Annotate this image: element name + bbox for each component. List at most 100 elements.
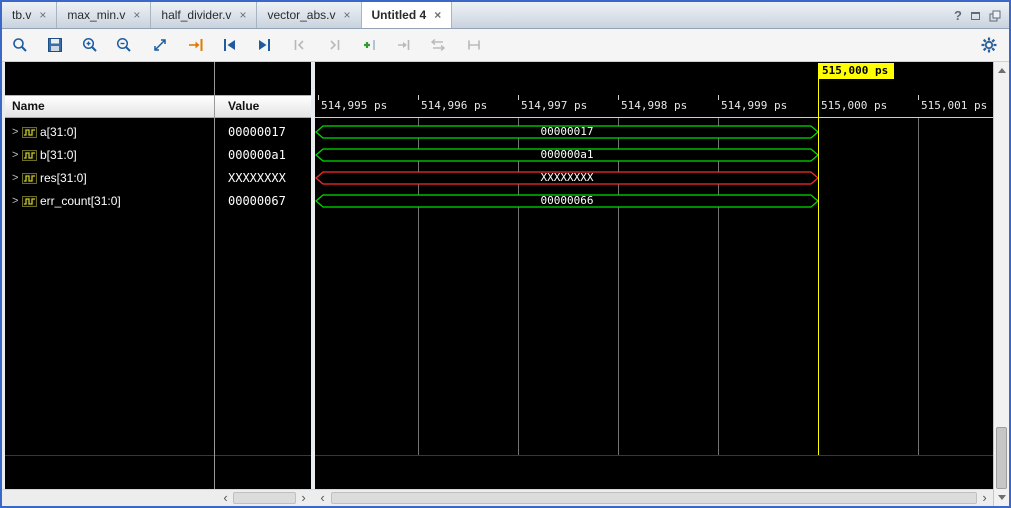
waveform-canvas[interactable]: 515,000 ps 514,995 ps 514,996 ps 514,997… [315, 62, 993, 489]
gridline [418, 118, 419, 455]
close-icon[interactable]: × [239, 9, 246, 21]
scroll-up-icon[interactable] [994, 62, 1009, 78]
close-icon[interactable]: × [133, 9, 140, 21]
previous-marker-icon [291, 36, 309, 54]
ruler-tick [318, 95, 319, 100]
ruler-tick [618, 95, 619, 100]
value-column-header[interactable]: Value [228, 96, 259, 117]
expand-chevron-icon[interactable]: > [12, 144, 18, 167]
tab-tb-v[interactable]: tb.v × [2, 2, 57, 28]
wave-toolbar [2, 29, 1009, 62]
horizontal-scroll-row: ‹ › ‹ › [2, 489, 993, 506]
gridline [618, 118, 619, 455]
signal-name: res[31:0] [40, 167, 87, 190]
time-tick-label: 514,996 ps [421, 99, 487, 112]
zoom-out-icon[interactable] [115, 36, 133, 54]
gridline [718, 118, 719, 455]
tab-label: tb.v [12, 8, 31, 22]
zoom-fit-icon[interactable] [151, 36, 169, 54]
previous-transition-icon[interactable] [221, 36, 239, 54]
tab-label: Untitled 4 [372, 8, 427, 22]
bus-signal-icon [22, 150, 37, 161]
add-marker-icon[interactable] [361, 36, 379, 54]
down-triangle-icon [998, 495, 1006, 500]
wave-scroll-left-icon[interactable]: ‹ [315, 490, 330, 506]
signal-name: b[31:0] [40, 144, 77, 167]
ruler-tick [718, 95, 719, 100]
next-transition-icon[interactable] [255, 36, 273, 54]
tab-max-min-v[interactable]: max_min.v × [57, 2, 151, 28]
time-tick-label: 514,997 ps [521, 99, 587, 112]
help-icon[interactable]: ? [954, 8, 962, 23]
signals-panel-header: Name Value [5, 95, 311, 118]
close-icon[interactable]: × [39, 9, 46, 21]
maximize-window-icon[interactable] [989, 10, 1001, 22]
swap-cursors-icon [429, 36, 447, 54]
expand-chevron-icon[interactable]: > [12, 121, 18, 144]
zoom-in-icon[interactable] [81, 36, 99, 54]
signal-value: 00000017 [228, 121, 286, 144]
content-end-divider [315, 455, 993, 456]
bus-value-err-count: 00000066 [315, 194, 819, 208]
gridline [918, 118, 919, 455]
time-tick-label: 514,999 ps [721, 99, 787, 112]
window-controls: ? [954, 2, 1001, 29]
save-wave-config-icon[interactable] [46, 36, 64, 54]
ruler-tick [418, 95, 419, 100]
tab-half-divider-v[interactable]: half_divider.v × [151, 2, 257, 28]
bus-signal-icon [22, 127, 37, 138]
fit-markers-icon [465, 36, 483, 54]
tab-bar: tb.v × max_min.v × half_divider.v × vect… [2, 2, 1009, 29]
ruler-tick [918, 95, 919, 100]
signal-row-err-count[interactable]: > err_count[31:0] 00000067 [5, 190, 311, 213]
bus-value-a: 00000017 [315, 125, 819, 139]
tab-label: max_min.v [67, 8, 125, 22]
tab-vector-abs-v[interactable]: vector_abs.v × [257, 2, 361, 28]
find-icon[interactable] [11, 36, 29, 54]
next-marker-icon [325, 36, 343, 54]
bus-value-b: 000000a1 [315, 148, 819, 162]
vertical-scrollbar-thumb[interactable] [996, 427, 1007, 489]
zoom-to-cursor-icon[interactable] [187, 36, 205, 54]
time-tick-label: 514,995 ps [321, 99, 387, 112]
wave-scroll-right-icon[interactable]: › [977, 490, 992, 506]
signal-value: XXXXXXXX [228, 167, 286, 190]
expand-chevron-icon[interactable]: > [12, 190, 18, 213]
wave-scrollbar-thumb[interactable] [331, 492, 977, 504]
names-scrollbar-thumb[interactable] [233, 492, 296, 504]
signal-row-b[interactable]: > b[31:0] 000000a1 [5, 144, 311, 167]
signal-name: err_count[31:0] [40, 190, 121, 213]
scroll-down-icon[interactable] [994, 489, 1009, 505]
time-tick-label: 515,000 ps [821, 99, 887, 112]
time-tick-label: 515,001 ps [921, 99, 987, 112]
ruler-tick [518, 95, 519, 100]
name-column-header[interactable]: Name [12, 96, 45, 117]
tab-label: vector_abs.v [267, 8, 335, 22]
names-scroll-left-icon[interactable]: ‹ [218, 490, 233, 506]
settings-gear-icon[interactable] [980, 36, 998, 54]
close-icon[interactable]: × [344, 9, 351, 21]
signal-row-res[interactable]: > res[31:0] XXXXXXXX [5, 167, 311, 190]
signals-panel: Name Value > a[31:0] 00000017 > b[31:0] … [5, 62, 311, 489]
bus-signal-icon [22, 173, 37, 184]
names-scroll-right-icon[interactable]: › [296, 490, 311, 506]
up-triangle-icon [998, 68, 1006, 73]
close-icon[interactable]: × [434, 9, 441, 21]
cursor-time-badge: 515,000 ps [818, 63, 894, 79]
signal-value: 000000a1 [228, 144, 286, 167]
signal-value: 00000067 [228, 190, 286, 213]
column-splitter[interactable] [214, 62, 215, 489]
time-cursor[interactable] [818, 79, 819, 455]
gridline [518, 118, 519, 455]
waveform-window: tb.v × max_min.v × half_divider.v × vect… [0, 0, 1011, 508]
bus-value-res: XXXXXXXX [315, 171, 819, 185]
expand-chevron-icon[interactable]: > [12, 167, 18, 190]
tab-label: half_divider.v [161, 8, 231, 22]
content-end-divider [5, 455, 311, 456]
tab-untitled-4[interactable]: Untitled 4 × [362, 2, 453, 28]
float-window-icon[interactable] [971, 12, 980, 20]
vertical-scrollbar[interactable] [993, 62, 1009, 506]
signal-name: a[31:0] [40, 121, 77, 144]
go-to-last-transition-icon [395, 36, 413, 54]
signal-row-a[interactable]: > a[31:0] 00000017 [5, 121, 311, 144]
